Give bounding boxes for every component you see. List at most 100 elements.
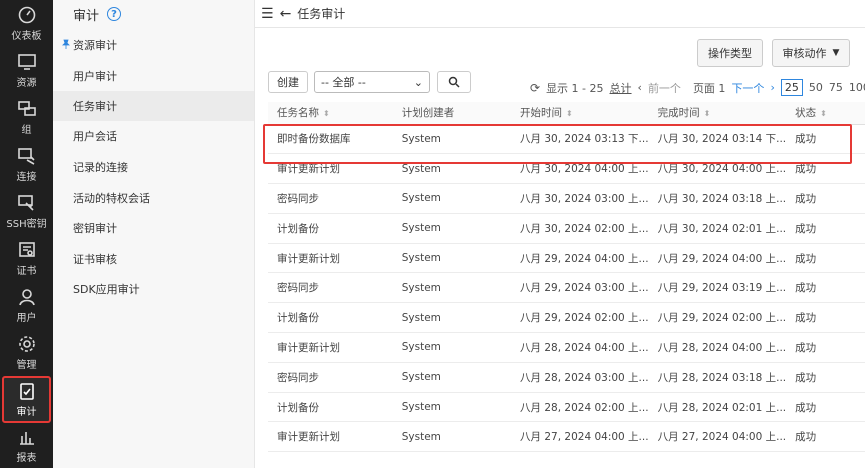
table-cell: 八月 27, 2024 04:00 上... [511,421,649,453]
audit-icon [19,383,34,400]
table-cell: 八月 28, 2024 02:01 上... [648,392,787,423]
gear-icon [18,336,35,352]
table-row[interactable]: 密码同步 System 八月 29, 2024 03:00 上... 八月 29, 2… [268,272,865,304]
page-title: 任务审计 [297,7,346,21]
sidebar-item-label: 资源审计 [73,39,117,52]
table-row[interactable]: 计划备份 System 八月 30, 2024 02:00 上... 八月 30, 2… [268,213,865,244]
table-row[interactable]: 计划备份 System 八月 29, 2024 02:00 上... 八月 29, 2… [268,302,865,334]
table-row[interactable]: 审计更新计划 System 八月 27, 2024 04:00 上... 八月 27,… [268,421,865,453]
rail-label: 资源 [16,78,37,89]
total-link[interactable]: 总计 [610,80,632,96]
column-header-label: 任务名称 [277,107,319,120]
rail-item-reports[interactable]: 报表 [0,422,53,469]
collapse-menu-icon[interactable]: ☰ [261,6,274,22]
table-cell: 审计更新计划 [268,153,393,185]
next-page-link[interactable]: 下一个 [731,80,764,96]
monitor-icon [17,54,36,70]
refresh-icon[interactable]: ⟳ [530,81,540,95]
table-cell: 成功 [786,302,865,334]
sidebar-item-task-audit[interactable]: 任务审计 [53,91,254,121]
current-page: 页面 1 [692,81,726,95]
column-header[interactable]: 任务名称 ⬍ [268,102,393,125]
table-cell: 八月 30, 2024 03:13 下... [511,124,649,155]
prev-page-link[interactable]: 前一个 [648,80,681,96]
table-row[interactable]: 即时备份数据库 System 八月 30, 2024 03:13 下... 八月 30… [268,124,865,155]
table-row[interactable]: 密码同步 System 八月 28, 2024 03:00 上... 八月 28, 2… [268,362,865,393]
table-cell: 八月 29, 2024 03:19 上... [648,272,787,304]
table-cell: 八月 30, 2024 04:00 上... [648,153,787,185]
sidebar-item-key-audit[interactable]: 密钥审计 [53,213,254,243]
page-size-25[interactable]: 25 [780,79,803,96]
sort-icon[interactable]: ⬍ [323,109,330,118]
table-cell: 八月 28, 2024 02:00 上... [511,392,649,423]
rail-item-users[interactable]: 用户 [0,282,53,329]
operation-type-button[interactable]: 操作类型 [697,39,763,67]
table-cell: System [392,243,512,274]
sidebar-item-label: 用户会话 [73,130,117,143]
chevron-down-icon: ⌄ [413,75,423,89]
prev-arrow-icon[interactable]: ‹ [638,81,642,94]
table-cell: 审计更新计划 [268,421,393,453]
column-header[interactable]: 开始时间 ⬍ [511,102,649,125]
table-cell: System [392,332,512,363]
sidebar-item-active-privileged-sessions[interactable]: 活动的特权会话 [53,183,254,213]
sidebar-item-sdk-app-audit[interactable]: SDK应用审计 [53,274,254,304]
filter-select[interactable]: -- 全部 -- ⌄ [314,71,430,93]
table-cell: 密码同步 [268,272,393,304]
rail-item-groups[interactable]: 组 [0,94,53,141]
table-cell: System [392,153,512,185]
sort-icon[interactable]: ⬍ [704,109,711,118]
task-audit-table: 任务名称 ⬍ 计划创建者 开始时间 ⬍ 完成时间 ⬍ 状态 ⬍ 即时备份数据库 Syste… [268,102,865,453]
sidebar-item-certificate-audit[interactable]: 证书审核 [53,244,254,274]
table-row[interactable]: 审计更新计划 System 八月 29, 2024 04:00 上... 八月 29,… [268,243,865,274]
table-row[interactable]: 审计更新计划 System 八月 28, 2024 04:00 上... 八月 28,… [268,332,865,363]
group-icon [17,101,36,116]
table-cell: 八月 28, 2024 04:00 上... [648,332,787,363]
rail-item-dashboard[interactable]: 仪表板 [0,0,53,47]
sidebar-title: 审计 [73,8,100,24]
icon-rail: 仪表板 资源 组 连接 SSH密钥 证书 用户 管理 审计 报表 [0,0,53,468]
sidebar-item-user-audit[interactable]: 用户审计 [53,61,254,91]
table-row[interactable]: 审计更新计划 System 八月 30, 2024 04:00 上... 八月 30,… [268,153,865,185]
next-arrow-icon[interactable]: › [770,81,774,94]
page-size-100[interactable]: 100 [849,81,865,94]
table-cell: 成功 [786,124,865,155]
rail-item-certificates[interactable]: 证书 [0,235,53,282]
table-cell: 成功 [786,272,865,304]
table-cell: 八月 28, 2024 03:00 上... [511,362,649,393]
table-cell: System [392,272,512,304]
page-size-75[interactable]: 75 [829,81,843,94]
back-arrow-icon[interactable]: ← [280,6,292,22]
table-cell: System [392,421,512,453]
sidebar-item-user-sessions[interactable]: 用户会话 [53,121,254,151]
column-header[interactable]: 状态 ⬍ [786,102,865,125]
main-content: ☰ ← 任务审计 操作类型 审核动作 ▼ 创建 -- 全部 -- ⌄ ⟳ 显示 … [255,0,865,468]
help-icon[interactable]: ? [107,7,122,21]
audit-action-button[interactable]: 审核动作 ▼ [772,39,850,67]
rail-item-ssh-keys[interactable]: SSH密钥 [0,188,53,235]
search-button[interactable] [437,71,471,93]
column-header-label: 计划创建者 [401,107,455,120]
table-cell: 八月 27, 2024 04:00 上... [648,421,787,453]
sidebar-item-resource-audit[interactable]: 资源审计 [53,30,254,60]
rail-item-connections[interactable]: 连接 [0,141,53,188]
create-button[interactable]: 创建 [268,71,308,93]
table-cell: 八月 30, 2024 02:00 上... [511,213,649,244]
pin-icon[interactable] [61,39,71,49]
rail-label: 审计 [16,407,37,418]
table-row[interactable]: 计划备份 System 八月 28, 2024 02:00 上... 八月 28, 2… [268,392,865,423]
sidebar-header: 审计 ? [53,0,254,28]
sidebar-item-recorded-connections[interactable]: 记录的连接 [53,152,254,182]
sort-icon[interactable]: ⬍ [566,109,573,118]
table-cell: 八月 30, 2024 03:18 上... [648,183,787,214]
table-row[interactable]: 密码同步 System 八月 30, 2024 03:00 上... 八月 30, 2… [268,183,865,214]
rail-item-audit[interactable]: 审计 [2,376,51,423]
rail-item-admin[interactable]: 管理 [0,329,53,376]
sort-icon[interactable]: ⬍ [820,109,827,118]
rail-label: SSH密钥 [6,219,47,230]
sidebar-item-label: 密钥审计 [73,222,117,235]
page-size-50[interactable]: 50 [809,81,823,94]
rail-item-resources[interactable]: 资源 [0,47,53,94]
column-header[interactable]: 计划创建者 [392,102,512,125]
column-header[interactable]: 完成时间 ⬍ [648,102,787,125]
